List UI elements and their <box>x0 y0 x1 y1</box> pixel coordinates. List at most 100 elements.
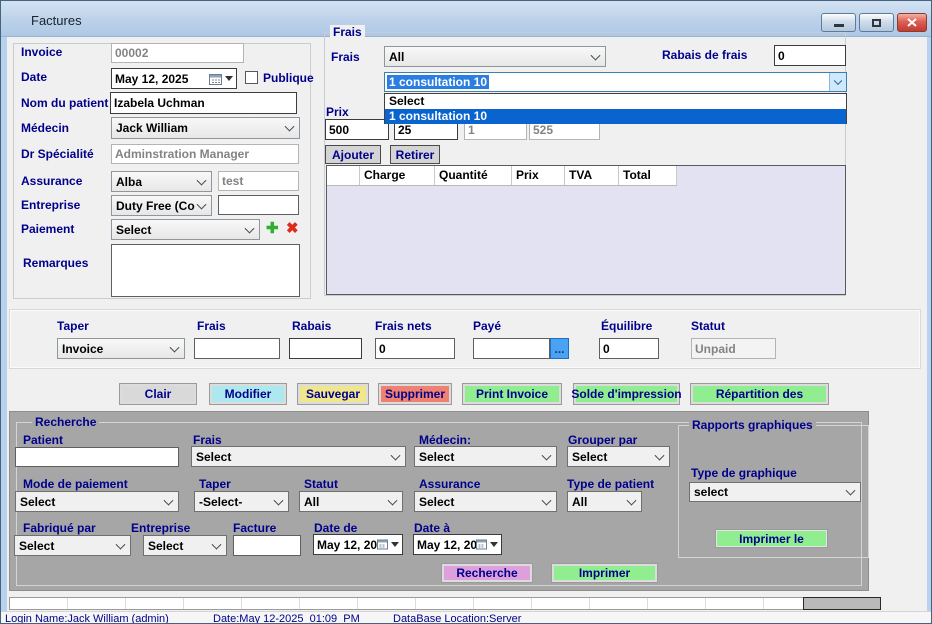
date-dropdown-arrow-icon <box>490 542 498 547</box>
search-statut-select[interactable]: All <box>299 491 403 512</box>
specialite-label: Dr Spécialité <box>21 147 94 161</box>
charge-combobox[interactable]: 1 consultation 10 <box>384 72 847 92</box>
frais-filter-select[interactable]: All <box>384 46 606 67</box>
rabais-de-frais-field[interactable]: 0 <box>774 45 846 66</box>
date-a-picker[interactable]: May 12, 2025 <box>413 534 502 555</box>
search-patient-label: Patient <box>23 433 63 447</box>
remarques-textarea[interactable] <box>111 244 300 297</box>
clair-button[interactable]: Clair <box>119 383 197 405</box>
medecin-select[interactable]: Jack William <box>111 117 300 139</box>
status-database: DataBase Location:Server <box>393 613 521 624</box>
specialite-field[interactable]: Adminstration Manager <box>111 144 299 164</box>
modifier-button[interactable]: Modifier <box>209 383 287 405</box>
print-invoice-button[interactable]: Print Invoice <box>462 383 562 405</box>
charge-combobox-dropdown-button[interactable] <box>829 73 846 91</box>
search-entreprise-select[interactable]: Select <box>143 535 227 556</box>
date-picker[interactable]: May 12, 2025 <box>111 68 237 89</box>
recherche-group-title: Recherche <box>32 415 99 429</box>
frais-nets-field[interactable]: 0 <box>375 338 455 359</box>
calendar-icon <box>476 539 487 550</box>
paye-label: Payé <box>473 319 501 333</box>
assurance-note-field[interactable]: test <box>218 171 299 191</box>
imprimer-button[interactable]: Imprimer <box>551 563 658 583</box>
mode-paiement-select[interactable]: Select <box>15 491 179 512</box>
close-button[interactable] <box>897 13 927 32</box>
column-header-selector <box>327 166 360 185</box>
search-medecin-select[interactable]: Select <box>414 446 557 467</box>
assurance-label: Assurance <box>21 174 82 188</box>
type-patient-select[interactable]: All <box>567 491 642 512</box>
date-label: Date <box>21 70 47 84</box>
search-entreprise-label: Entreprise <box>131 521 190 535</box>
sauvegar-button[interactable]: Sauvegar <box>297 383 369 405</box>
search-medecin-label: Médecin: <box>419 433 471 447</box>
statut-field[interactable]: Unpaid <box>691 338 776 359</box>
frais-filter-label: Frais <box>331 50 360 64</box>
paiement-label: Paiement <box>21 222 74 236</box>
equilibre-label: Équilibre <box>601 319 652 333</box>
publique-checkbox[interactable] <box>245 71 258 84</box>
totals-rabais-field[interactable] <box>289 338 362 359</box>
facture-input[interactable] <box>233 535 301 556</box>
invoice-label: Invoice <box>21 45 62 59</box>
dropdown-item-consultation[interactable]: 1 consultation 10 <box>385 109 846 124</box>
status-date: Date:May 12-2025 01:09 PM <box>213 613 360 624</box>
maximize-icon <box>872 19 881 27</box>
prix-label: Prix <box>326 105 349 119</box>
publique-label: Publique <box>263 71 314 85</box>
search-patient-input[interactable] <box>15 447 179 467</box>
entreprise-select[interactable]: Duty Free (Co <box>111 195 212 216</box>
grouper-par-select[interactable]: Select <box>567 446 670 467</box>
statut-label: Statut <box>691 319 725 333</box>
search-frais-select[interactable]: Select <box>191 446 406 467</box>
date-picker-value: May 12, 2025 <box>115 72 209 86</box>
add-payment-icon[interactable]: ✚ <box>266 221 279 236</box>
invoice-field[interactable]: 00002 <box>111 43 244 63</box>
minimize-button[interactable] <box>821 13 856 32</box>
type-graphique-select[interactable]: select <box>689 482 861 502</box>
assurance-select[interactable]: Alba <box>111 171 212 192</box>
totals-rabais-label: Rabais <box>292 319 331 333</box>
recherche-button[interactable]: Recherche <box>441 563 533 583</box>
supprimer-button[interactable]: Supprimer <box>378 383 452 405</box>
frais-group-title: Frais <box>330 25 365 39</box>
prix-field[interactable]: 500 <box>325 119 389 140</box>
totals-frais-field[interactable] <box>194 338 280 359</box>
column-header-prix: Prix <box>512 166 565 185</box>
equilibre-field[interactable]: 0 <box>599 338 659 359</box>
search-assurance-select[interactable]: Select <box>414 491 557 512</box>
minimize-icon <box>834 24 844 27</box>
delete-payment-icon[interactable]: ✖ <box>286 221 299 236</box>
dropdown-item-select[interactable]: Select <box>385 94 846 109</box>
charges-table[interactable]: Charge Quantité Prix TVA Total <box>326 165 846 295</box>
column-header-tva: TVA <box>565 166 619 185</box>
paiement-select[interactable]: Select <box>111 219 260 240</box>
paye-field[interactable] <box>473 338 550 359</box>
imprimer-le-button[interactable]: Imprimer le <box>715 529 828 548</box>
maximize-button[interactable] <box>859 13 894 32</box>
fabrique-par-select[interactable]: Select <box>14 535 131 556</box>
taper-select[interactable]: Invoice <box>57 338 185 359</box>
charge-dropdown-list: Select 1 consultation 10 <box>384 93 847 124</box>
solde-impression-button[interactable]: Solde d'impression <box>573 383 680 405</box>
search-taper-select[interactable]: -Select- <box>194 491 289 512</box>
totals-frais-label: Frais <box>197 319 226 333</box>
search-taper-label: Taper <box>199 477 231 491</box>
paye-browse-button[interactable]: ... <box>550 338 569 359</box>
remarques-label: Remarques <box>23 256 88 270</box>
ajouter-button[interactable]: Ajouter <box>325 145 381 164</box>
date-dropdown-arrow-icon <box>225 76 233 81</box>
entreprise-note-field[interactable] <box>218 195 299 215</box>
patient-name-field[interactable]: Izabela Uchman <box>110 92 297 114</box>
bottom-grid-scroll-block <box>803 597 881 610</box>
search-assurance-label: Assurance <box>419 477 480 491</box>
date-de-picker[interactable]: May 12, 2025 <box>313 534 403 555</box>
search-frais-label: Frais <box>193 433 222 447</box>
retirer-button[interactable]: Retirer <box>390 145 440 164</box>
window-title: Factures <box>31 13 82 28</box>
medecin-label: Médecin <box>21 121 69 135</box>
type-patient-label: Type de patient <box>567 477 654 491</box>
taper-label: Taper <box>57 319 89 333</box>
date-de-value: May 12, 2025 <box>317 538 377 552</box>
repartition-button[interactable]: Répartition des <box>690 383 829 405</box>
